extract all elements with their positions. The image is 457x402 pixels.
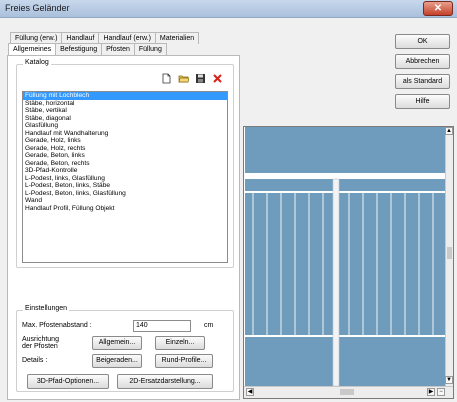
beigeraden-button[interactable]: Beigeraden... <box>92 354 142 368</box>
einzeln-button[interactable]: Einzeln... <box>155 336 205 350</box>
zoom-minus-icon[interactable]: − <box>437 388 445 396</box>
tab-fuellung[interactable]: Füllung <box>133 43 167 55</box>
katalog-list-item[interactable]: Handlauf Profil, Füllung Objekt <box>23 205 227 213</box>
preview-vertical-scrollbar[interactable]: ▲ ▼ <box>445 127 453 386</box>
preview-horizontal-scrollbar[interactable]: ◀ ▶ − <box>244 386 453 398</box>
scroll-left-arrow-icon[interactable]: ◀ <box>246 388 254 396</box>
tab-panel-allgemeines: Katalog Füllung mit Lochblech Stäbe, hori… <box>7 55 240 400</box>
katalog-label: Katalog <box>23 59 51 66</box>
delete-x-icon[interactable] <box>212 73 223 84</box>
railing-preview-canvas <box>245 127 446 386</box>
katalog-list-item[interactable]: Gerade, Beton, rechts <box>23 160 227 168</box>
katalog-list-item[interactable]: Füllung mit Lochblech <box>23 92 227 100</box>
ok-button[interactable]: OK <box>395 34 450 49</box>
katalog-list-item[interactable]: Wand <box>23 197 227 205</box>
3d-pfad-optionen-button[interactable]: 3D-Pfad-Optionen... <box>27 374 109 389</box>
rund-profile-button[interactable]: Rund-Profile... <box>155 354 213 368</box>
2d-ersatzdarstellung-button[interactable]: 2D-Ersatzdarstellung... <box>117 374 213 389</box>
katalog-listbox[interactable]: Füllung mit Lochblech Stäbe, horizontal St… <box>22 91 228 263</box>
upper-rail <box>245 191 446 193</box>
railing-drawing <box>245 173 446 386</box>
vertical-scroll-thumb[interactable] <box>447 247 452 259</box>
close-button[interactable]: ✕ <box>423 1 453 16</box>
handrail <box>245 173 446 179</box>
katalog-list-item[interactable]: 3D-Pfad-Kontrolle <box>23 167 227 175</box>
scroll-right-arrow-icon[interactable]: ▶ <box>427 388 435 396</box>
katalog-toolbar <box>161 73 223 84</box>
katalog-list-item[interactable]: L-Podest, links, Glasfüllung <box>23 175 227 183</box>
katalog-list-item[interactable]: Handlauf mit Wandhalterung <box>23 130 227 138</box>
horizontal-scroll-thumb[interactable] <box>340 389 354 395</box>
scroll-down-arrow-icon[interactable]: ▼ <box>445 376 453 384</box>
max-pfostenabstand-unit: cm <box>204 322 214 329</box>
katalog-list-item[interactable]: Glasfüllung <box>23 122 227 130</box>
katalog-list-item[interactable]: Stäbe, diagonal <box>23 115 227 123</box>
einstellungen-group: Einstellungen Max. Pfostenabstand : 140 … <box>16 305 234 392</box>
einstellungen-label: Einstellungen <box>23 305 70 312</box>
details-label: Details : <box>22 357 48 364</box>
ausrichtung-label-line1: Ausrichtung <box>22 336 59 343</box>
dialog-body: Füllung (erw.) Handlauf Handlauf (erw.) … <box>0 18 457 402</box>
max-pfostenabstand-input[interactable]: 140 <box>133 320 191 332</box>
open-folder-icon[interactable] <box>178 73 190 84</box>
vertical-bars <box>252 193 434 335</box>
lower-rail <box>245 335 446 337</box>
save-disk-icon[interactable] <box>195 73 206 84</box>
hilfe-button[interactable]: Hilfe <box>395 94 450 109</box>
katalog-list-item[interactable]: Gerade, Holz, links <box>23 137 227 145</box>
railing-preview[interactable]: ▲ ▼ ◀ ▶ − <box>243 126 454 399</box>
tab-befestigung[interactable]: Befestigung <box>55 43 103 55</box>
katalog-list-item[interactable]: Gerade, Holz, rechts <box>23 145 227 153</box>
ausrichtung-label: Ausrichtung der Pfosten <box>22 336 59 350</box>
katalog-group: Katalog Füllung mit Lochblech Stäbe, hori… <box>16 59 234 268</box>
window-title: Freies Geländer <box>5 3 70 13</box>
katalog-list-item[interactable]: Stäbe, vertikal <box>23 107 227 115</box>
als-standard-button[interactable]: als Standard <box>395 74 450 89</box>
ausrichtung-label-line2: der Pfosten <box>22 343 58 350</box>
title-bar: Freies Geländer ✕ <box>0 0 457 18</box>
tab-allgemeines[interactable]: Allgemeines <box>8 43 57 55</box>
new-file-icon[interactable] <box>161 73 172 84</box>
katalog-list-item[interactable]: L-Podest, Beton, links, Glasfüllung <box>23 190 227 198</box>
abbrechen-button[interactable]: Abbrechen <box>395 54 450 69</box>
katalog-list-item[interactable]: Gerade, Beton, links <box>23 152 227 160</box>
katalog-list-item[interactable]: L-Podest, Beton, links, Stäbe <box>23 182 227 190</box>
post <box>332 178 340 386</box>
tab-row-front: Allgemeines Befestigung Pfosten Füllung <box>8 43 167 55</box>
allgemein-button[interactable]: Allgemein... <box>92 336 142 350</box>
scroll-up-arrow-icon[interactable]: ▲ <box>445 127 453 135</box>
tab-pfosten[interactable]: Pfosten <box>101 43 135 55</box>
katalog-list-item[interactable]: Stäbe, horizontal <box>23 100 227 108</box>
max-pfostenabstand-label: Max. Pfostenabstand : <box>22 322 92 329</box>
